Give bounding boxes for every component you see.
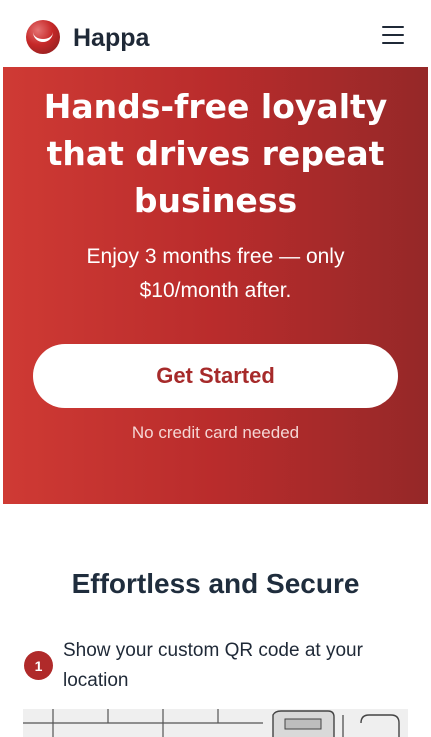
sketch-illustration bbox=[23, 709, 408, 737]
cta-note: No credit card needed bbox=[131, 423, 300, 442]
menu-bar bbox=[382, 42, 404, 44]
hero-subtitle: Enjoy 3 months free — only $10/month aft… bbox=[86, 245, 345, 302]
menu-bar bbox=[382, 26, 404, 28]
step-text: Show your custom QR code at your locatio… bbox=[63, 640, 363, 691]
logo-smile-shape bbox=[33, 32, 53, 42]
happa-logo-icon[interactable] bbox=[26, 20, 60, 54]
hero-title: Hands-free loyalty that drives repeat bu… bbox=[43, 87, 388, 220]
step-number-badge: 1 bbox=[24, 651, 53, 680]
hero-banner: Hands-free loyalty that drives repeat bu… bbox=[3, 67, 428, 504]
menu-bar bbox=[382, 34, 404, 36]
section-title: Effortless and Secure bbox=[71, 568, 360, 599]
qr-location-illustration bbox=[23, 709, 408, 737]
site-header: Happa bbox=[0, 0, 431, 68]
get-started-button[interactable]: Get Started bbox=[33, 344, 398, 408]
hamburger-menu-icon[interactable] bbox=[380, 24, 406, 46]
brand-name[interactable]: Happa bbox=[73, 24, 149, 53]
